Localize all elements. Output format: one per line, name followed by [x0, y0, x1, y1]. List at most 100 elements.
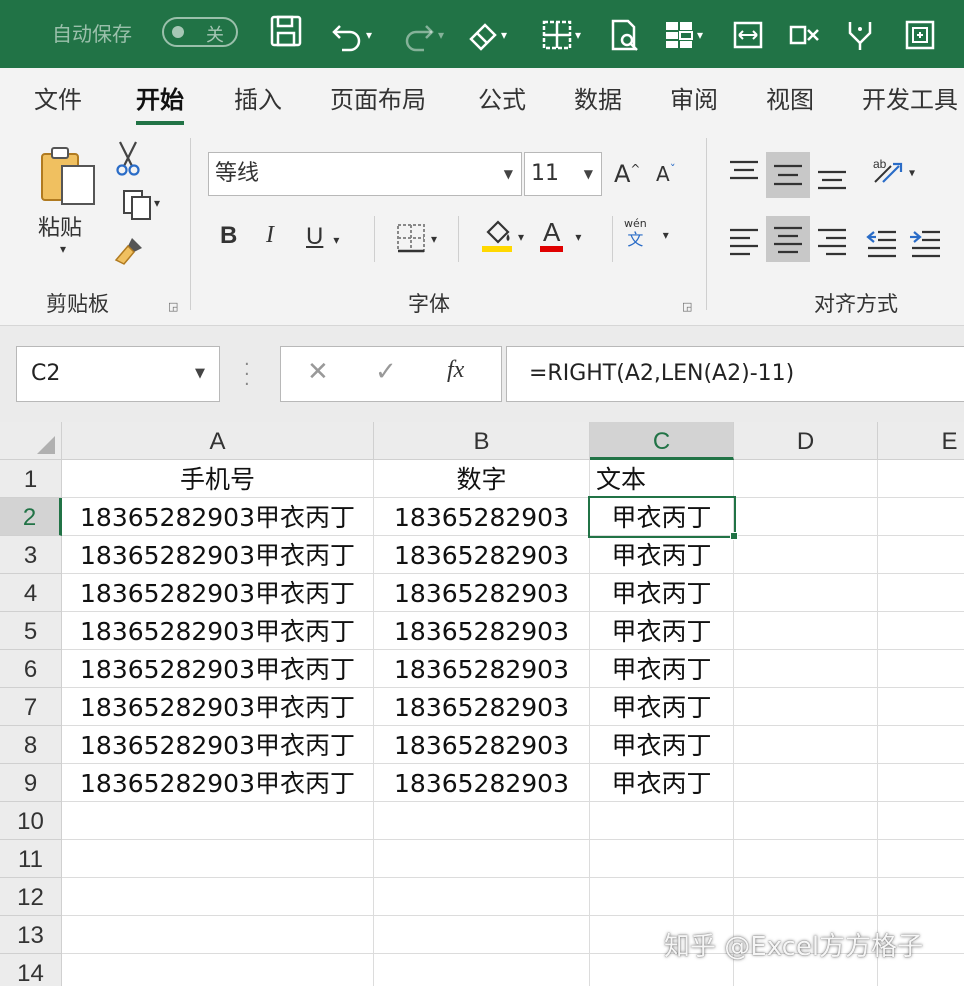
row-header[interactable]: 10: [0, 802, 62, 840]
column-header-e[interactable]: E: [878, 422, 964, 460]
decrease-indent-icon[interactable]: [862, 218, 902, 262]
data-cell[interactable]: 甲衣丙丁: [590, 764, 734, 802]
row-header[interactable]: 5: [0, 612, 62, 650]
header-cell[interactable]: 数字: [374, 460, 590, 498]
tab-review[interactable]: 审阅: [670, 80, 718, 115]
empty-cell[interactable]: [734, 802, 878, 840]
fill-handle[interactable]: [730, 532, 738, 540]
data-cell[interactable]: 甲衣丙丁: [590, 612, 734, 650]
undo-icon[interactable]: ▾: [322, 14, 380, 54]
empty-cell[interactable]: [734, 536, 878, 574]
data-cell[interactable]: 18365282903甲衣丙丁: [62, 498, 374, 536]
font-size-select[interactable]: 11 ▼: [524, 152, 602, 196]
data-cell[interactable]: 18365282903: [374, 688, 590, 726]
data-cell[interactable]: 18365282903甲衣丙丁: [62, 650, 374, 688]
empty-cell[interactable]: [374, 802, 590, 840]
underline-button[interactable]: U ▾: [306, 222, 360, 251]
empty-cell[interactable]: [374, 878, 590, 916]
format-painter-icon[interactable]: [112, 234, 146, 268]
row-header[interactable]: 3: [0, 536, 62, 574]
select-all-button[interactable]: [0, 422, 62, 460]
empty-cell[interactable]: [590, 840, 734, 878]
data-cell[interactable]: 18365282903: [374, 498, 590, 536]
empty-cell[interactable]: [734, 840, 878, 878]
column-header-b[interactable]: B: [374, 422, 590, 460]
empty-cell[interactable]: [878, 802, 964, 840]
row-header[interactable]: 9: [0, 764, 62, 802]
data-cell[interactable]: 18365282903甲衣丙丁: [62, 574, 374, 612]
row-header[interactable]: 7: [0, 688, 62, 726]
row-header[interactable]: 14: [0, 954, 62, 986]
empty-cell[interactable]: [374, 840, 590, 878]
tab-view[interactable]: 视图: [766, 80, 814, 115]
empty-cell[interactable]: [878, 574, 964, 612]
row-header[interactable]: 13: [0, 916, 62, 954]
column-header-c[interactable]: C: [590, 422, 734, 460]
font-name-select[interactable]: 等线 ▼: [208, 152, 522, 196]
cut-icon[interactable]: [112, 140, 144, 176]
tab-home[interactable]: 开始: [136, 80, 184, 125]
data-cell[interactable]: 甲衣丙丁: [590, 650, 734, 688]
align-right-icon[interactable]: [812, 218, 852, 262]
data-cell[interactable]: 18365282903: [374, 574, 590, 612]
drag-handle-icon[interactable]: · · ·: [244, 356, 250, 394]
empty-cell[interactable]: [734, 878, 878, 916]
row-header[interactable]: 1: [0, 460, 62, 498]
fill-color-button[interactable]: ▾: [472, 218, 532, 254]
print-preview-icon[interactable]: [606, 14, 644, 54]
empty-cell[interactable]: [62, 954, 374, 986]
increase-font-icon[interactable]: A^: [614, 160, 640, 188]
bold-button[interactable]: B: [220, 222, 237, 250]
empty-cell[interactable]: [878, 498, 964, 536]
data-cell[interactable]: 18365282903: [374, 726, 590, 764]
empty-cell[interactable]: [62, 802, 374, 840]
empty-cell[interactable]: [734, 764, 878, 802]
borders-button[interactable]: ▾: [386, 222, 446, 254]
empty-cell[interactable]: [734, 498, 878, 536]
window-icon[interactable]: [900, 14, 940, 54]
row-header[interactable]: 6: [0, 650, 62, 688]
tab-data[interactable]: 数据: [574, 80, 622, 115]
empty-cell[interactable]: [878, 536, 964, 574]
empty-cell[interactable]: [590, 802, 734, 840]
clipboard-launcher-icon[interactable]: ◲: [168, 300, 178, 313]
row-header[interactable]: 11: [0, 840, 62, 878]
redo-icon[interactable]: ▾: [394, 14, 452, 54]
cancel-icon[interactable]: ✕: [307, 357, 329, 387]
borders-icon[interactable]: ▾: [532, 14, 590, 54]
merge-icon[interactable]: [840, 14, 880, 54]
empty-cell[interactable]: [734, 460, 878, 498]
data-cell[interactable]: 18365282903甲衣丙丁: [62, 536, 374, 574]
fit-width-icon[interactable]: [728, 14, 768, 54]
align-top-icon[interactable]: [724, 152, 764, 196]
data-cell[interactable]: 18365282903: [374, 612, 590, 650]
empty-cell[interactable]: [878, 650, 964, 688]
italic-button[interactable]: I: [266, 222, 274, 249]
empty-cell[interactable]: [734, 726, 878, 764]
empty-cell[interactable]: [734, 688, 878, 726]
empty-cell[interactable]: [734, 612, 878, 650]
name-box[interactable]: C2 ▼: [16, 346, 220, 402]
column-header-d[interactable]: D: [734, 422, 878, 460]
formula-input[interactable]: =RIGHT(A2,LEN(A2)-11): [506, 346, 964, 402]
decrease-font-icon[interactable]: Aˇ: [656, 162, 676, 186]
empty-cell[interactable]: [878, 460, 964, 498]
increase-indent-icon[interactable]: [906, 218, 946, 262]
data-cell[interactable]: 甲衣丙丁: [590, 574, 734, 612]
empty-cell[interactable]: [374, 916, 590, 954]
table-format-icon[interactable]: ▾: [654, 14, 712, 54]
delete-column-icon[interactable]: [784, 14, 824, 54]
enter-icon[interactable]: ✓: [375, 357, 397, 387]
data-cell[interactable]: 18365282903甲衣丙丁: [62, 726, 374, 764]
paste-icon[interactable]: [36, 144, 100, 208]
empty-cell[interactable]: [374, 954, 590, 986]
data-cell[interactable]: 18365282903甲衣丙丁: [62, 688, 374, 726]
empty-cell[interactable]: [878, 840, 964, 878]
data-cell[interactable]: 18365282903: [374, 764, 590, 802]
align-middle-icon[interactable]: [766, 152, 810, 198]
empty-cell[interactable]: [62, 840, 374, 878]
empty-cell[interactable]: [590, 878, 734, 916]
paste-dropdown-icon[interactable]: ▾: [60, 242, 66, 256]
paste-label[interactable]: 粘贴: [38, 210, 82, 242]
row-header[interactable]: 4: [0, 574, 62, 612]
